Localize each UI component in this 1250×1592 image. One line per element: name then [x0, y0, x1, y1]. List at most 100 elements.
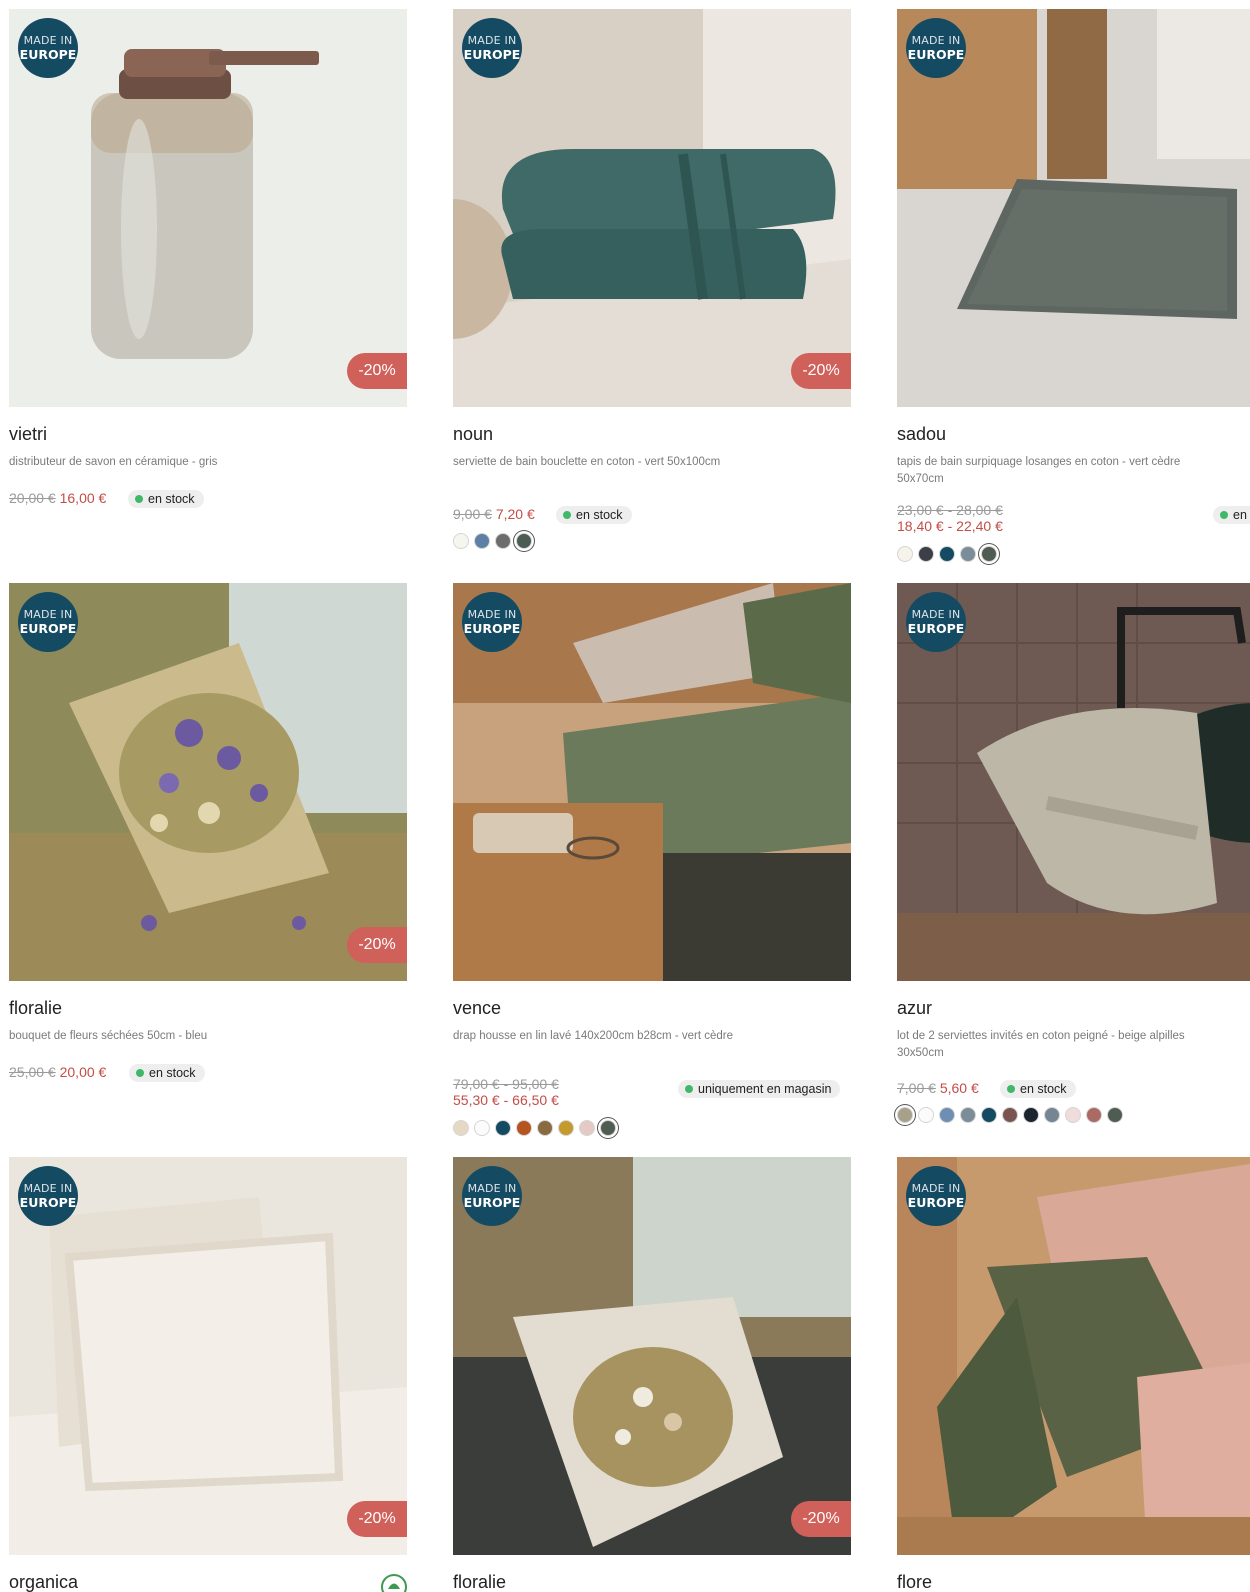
- product-name[interactable]: vence: [453, 998, 501, 1019]
- color-swatch[interactable]: [1107, 1107, 1123, 1123]
- new-price: 7,20 €: [495, 506, 535, 522]
- color-swatch[interactable]: [981, 1107, 997, 1123]
- price-row: 23,00 € - 28,00 € 18,40 € - 22,40 €: [897, 502, 1003, 534]
- color-swatches: [897, 546, 997, 562]
- product-card[interactable]: MADE IN EUROPE -20% noun serviette de bai…: [453, 9, 851, 569]
- made-in-europe-badge: MADE IN EUROPE: [906, 592, 966, 652]
- product-image[interactable]: MADE IN EUROPE -20%: [9, 583, 407, 981]
- new-price: 16,00 €: [59, 490, 107, 506]
- color-swatch[interactable]: [495, 1120, 511, 1136]
- old-price: 23,00 € - 28,00 €: [897, 502, 1003, 518]
- product-card[interactable]: MADE IN EUROPE azur lot de 2 serviettes i…: [897, 583, 1250, 1143]
- stock-status: en stock: [129, 1064, 205, 1082]
- price-row: 25,00 € 20,00 €: [9, 1064, 106, 1080]
- made-in-europe-badge: MADE IN EUROPE: [18, 592, 78, 652]
- product-image[interactable]: MADE IN EUROPE -20%: [453, 1157, 851, 1555]
- product-name[interactable]: azur: [897, 998, 932, 1019]
- product-card[interactable]: MADE IN EUROPE -20% floralie bouquet de f…: [9, 583, 407, 1143]
- discount-badge: -20%: [347, 927, 407, 963]
- color-swatch[interactable]: [1023, 1107, 1039, 1123]
- old-price: 25,00 €: [9, 1064, 56, 1080]
- color-swatch[interactable]: [495, 533, 511, 549]
- product-image[interactable]: MADE IN EUROPE -20%: [9, 1157, 407, 1555]
- color-swatch[interactable]: [1002, 1107, 1018, 1123]
- color-swatch[interactable]: [897, 546, 913, 562]
- color-swatches: [897, 1107, 1123, 1123]
- color-swatch[interactable]: [960, 1107, 976, 1123]
- color-swatch[interactable]: [558, 1120, 574, 1136]
- new-price: 5,60 €: [939, 1080, 979, 1096]
- made-in-europe-badge: MADE IN EUROPE: [906, 18, 966, 78]
- product-image[interactable]: MADE IN EUROPE: [453, 583, 851, 981]
- product-card[interactable]: MADE IN EUROPE -20% organica: [9, 1157, 407, 1592]
- discount-badge: -20%: [347, 353, 407, 389]
- product-image[interactable]: MADE IN EUROPE -20%: [453, 9, 851, 407]
- stock-status: en stock: [1213, 506, 1250, 524]
- product-image[interactable]: MADE IN EUROPE -20%: [9, 9, 407, 407]
- color-swatch[interactable]: [600, 1120, 616, 1136]
- color-swatch[interactable]: [453, 533, 469, 549]
- color-swatch[interactable]: [960, 546, 976, 562]
- made-in-europe-badge: MADE IN EUROPE: [462, 1166, 522, 1226]
- old-price: 7,00 €: [897, 1080, 936, 1096]
- product-name[interactable]: floralie: [9, 998, 62, 1019]
- made-in-europe-badge: MADE IN EUROPE: [462, 18, 522, 78]
- color-swatch[interactable]: [981, 546, 997, 562]
- product-image[interactable]: MADE IN EUROPE: [897, 9, 1250, 407]
- product-name[interactable]: noun: [453, 424, 493, 445]
- product-name[interactable]: organica: [9, 1572, 78, 1592]
- product-name[interactable]: vietri: [9, 424, 47, 445]
- product-name[interactable]: flore: [897, 1572, 932, 1592]
- made-in-europe-badge: MADE IN EUROPE: [906, 1166, 966, 1226]
- made-in-europe-badge: MADE IN EUROPE: [18, 1166, 78, 1226]
- product-description: lot de 2 serviettes invités en coton pei…: [897, 1030, 1185, 1059]
- product-card[interactable]: MADE IN EUROPE flore: [897, 1157, 1250, 1592]
- color-swatch[interactable]: [897, 1107, 913, 1123]
- organic-label-icon: [381, 1574, 407, 1592]
- color-swatch[interactable]: [1044, 1107, 1060, 1123]
- price-row: 79,00 € - 95,00 € 55,30 € - 66,50 €: [453, 1076, 559, 1108]
- color-swatch[interactable]: [918, 1107, 934, 1123]
- price-row: 20,00 € 16,00 €: [9, 490, 106, 506]
- product-name[interactable]: floralie: [453, 1572, 506, 1592]
- color-swatch[interactable]: [939, 1107, 955, 1123]
- price-row: 9,00 € 7,20 €: [453, 506, 535, 522]
- old-price: 9,00 €: [453, 506, 492, 522]
- product-description: serviette de bain bouclette en coton - v…: [453, 456, 721, 468]
- new-price: 18,40 € - 22,40 €: [897, 518, 1003, 534]
- old-price: 20,00 €: [9, 490, 56, 506]
- product-grid: MADE IN EUROPE -20% vietri distributeur d…: [9, 9, 1250, 1592]
- product-image[interactable]: MADE IN EUROPE: [897, 1157, 1250, 1555]
- product-name[interactable]: sadou: [897, 424, 946, 445]
- stock-status: en stock: [556, 506, 632, 524]
- discount-badge: -20%: [347, 1501, 407, 1537]
- color-swatch[interactable]: [939, 546, 955, 562]
- color-swatch[interactable]: [537, 1120, 553, 1136]
- product-card[interactable]: MADE IN EUROPE -20% floralie: [453, 1157, 851, 1592]
- product-description: tapis de bain surpiquage losanges en cot…: [897, 456, 1181, 485]
- color-swatches: [453, 1120, 616, 1136]
- stock-status: en stock: [128, 490, 204, 508]
- color-swatches: [453, 533, 532, 549]
- product-card[interactable]: MADE IN EUROPE vence drap housse en lin l…: [453, 583, 851, 1143]
- product-description: distributeur de savon en céramique - gri…: [9, 456, 218, 468]
- color-swatch[interactable]: [516, 1120, 532, 1136]
- color-swatch[interactable]: [474, 533, 490, 549]
- color-swatch[interactable]: [474, 1120, 490, 1136]
- product-image[interactable]: MADE IN EUROPE: [897, 583, 1250, 981]
- discount-badge: -20%: [791, 353, 851, 389]
- color-swatch[interactable]: [1086, 1107, 1102, 1123]
- color-swatch[interactable]: [453, 1120, 469, 1136]
- discount-badge: -20%: [791, 1501, 851, 1537]
- color-swatch[interactable]: [579, 1120, 595, 1136]
- stock-status: uniquement en magasin: [678, 1080, 841, 1098]
- color-swatch[interactable]: [1065, 1107, 1081, 1123]
- product-card[interactable]: MADE IN EUROPE sadou tapis de bain surpiq…: [897, 9, 1250, 569]
- made-in-europe-badge: MADE IN EUROPE: [18, 18, 78, 78]
- color-swatch[interactable]: [516, 533, 532, 549]
- made-in-europe-badge: MADE IN EUROPE: [462, 592, 522, 652]
- color-swatch[interactable]: [918, 546, 934, 562]
- product-card[interactable]: MADE IN EUROPE -20% vietri distributeur d…: [9, 9, 407, 569]
- new-price: 55,30 € - 66,50 €: [453, 1092, 559, 1108]
- old-price: 79,00 € - 95,00 €: [453, 1076, 559, 1092]
